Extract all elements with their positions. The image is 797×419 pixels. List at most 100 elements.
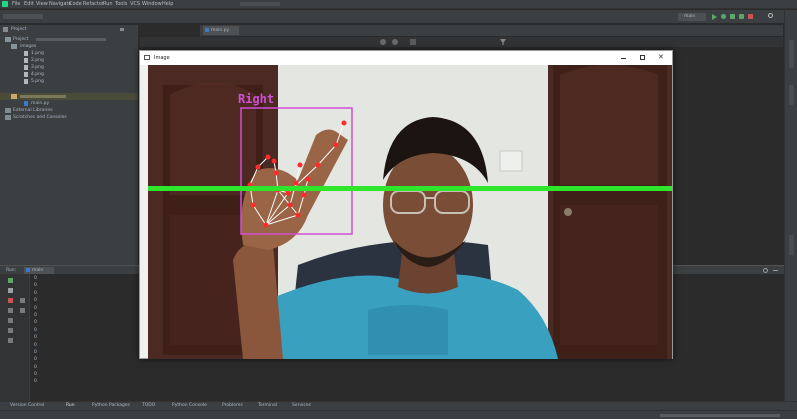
opencv-image-window[interactable]: Image ✕ Right: [139, 50, 673, 359]
wrench-icon[interactable]: [8, 288, 13, 293]
tab-python-console[interactable]: Python Console: [172, 403, 207, 408]
run-config-select[interactable]: main: [678, 13, 706, 21]
step-over-icon[interactable]: [380, 39, 386, 45]
stop-icon[interactable]: [8, 298, 13, 303]
hand-label: Right: [238, 92, 274, 106]
project-panel-title[interactable]: Project: [11, 27, 26, 32]
menu-view[interactable]: View: [36, 1, 48, 7]
pin-icon[interactable]: [8, 318, 13, 323]
tree-item-label: 3.png: [31, 65, 44, 70]
editor-tabs: main.py: [200, 25, 783, 36]
rerun-icon[interactable]: [8, 278, 13, 283]
tab-version-control[interactable]: Version Control: [10, 403, 44, 408]
variables-icon[interactable]: [410, 39, 416, 45]
image-file-icon: [24, 51, 28, 56]
tree-item-images-folder[interactable]: images: [0, 43, 138, 50]
project-tree: Project images 1.png 2.png 3.png 4.png 5…: [0, 34, 138, 265]
console-line: 0: [34, 349, 37, 355]
tree-item-label: External Libraries: [13, 108, 53, 113]
tree-item-label: Project: [13, 37, 29, 42]
profile-icon[interactable]: [739, 14, 744, 19]
webcam-image: Right: [148, 65, 672, 359]
run-toolbar: [0, 274, 30, 401]
menu-vcs[interactable]: VCS: [130, 1, 140, 7]
tab-services[interactable]: Services: [292, 403, 311, 408]
menu-window[interactable]: Window: [142, 1, 162, 7]
scroll-end-icon[interactable]: [20, 298, 25, 303]
image-file-icon: [24, 65, 28, 70]
notifications-icon[interactable]: [789, 235, 794, 255]
menu-help[interactable]: Help: [162, 1, 173, 7]
delete-icon[interactable]: [8, 338, 13, 343]
detection-line: [148, 186, 672, 191]
menu-run[interactable]: Run: [103, 1, 113, 7]
maximize-icon[interactable]: [640, 55, 645, 60]
filter-icon[interactable]: [500, 39, 506, 45]
tab-main-py[interactable]: main.py: [203, 26, 239, 35]
menu-code[interactable]: Code: [69, 1, 82, 7]
tree-item-file[interactable]: 1.png: [0, 50, 138, 57]
console-line: 0: [34, 320, 37, 326]
layout-icon[interactable]: [8, 308, 13, 313]
debug-icon[interactable]: [721, 14, 726, 19]
tree-item-project-root[interactable]: Project: [0, 36, 138, 43]
tree-item-scratches[interactable]: Scratches and Consoles: [0, 114, 138, 121]
library-icon: [5, 108, 11, 113]
database-icon[interactable]: [789, 40, 794, 68]
image-file-icon: [24, 72, 28, 77]
coverage-icon[interactable]: [730, 14, 735, 19]
console-line: 0: [34, 372, 37, 378]
console-line: 0: [34, 335, 37, 341]
step-into-icon[interactable]: [392, 39, 398, 45]
console-line: 0: [34, 276, 37, 281]
tab-run[interactable]: Run: [66, 403, 75, 408]
menu-tools[interactable]: Tools: [115, 1, 127, 7]
breadcrumb[interactable]: [3, 14, 43, 19]
tree-item-file[interactable]: 5.png: [0, 78, 138, 85]
tree-item-path: [36, 38, 106, 41]
tree-item-file[interactable]: 4.png: [0, 71, 138, 78]
tree-item-main-py[interactable]: main.py: [0, 100, 138, 107]
tab-todo[interactable]: TODO: [142, 403, 155, 408]
print-icon[interactable]: [8, 328, 13, 333]
scratches-icon: [5, 115, 11, 120]
tab-terminal[interactable]: Terminal: [258, 403, 277, 408]
close-icon[interactable]: ✕: [658, 53, 664, 61]
search-icon[interactable]: [768, 13, 773, 18]
minimize-panel-icon[interactable]: [773, 270, 778, 271]
tab-problems[interactable]: Problems: [222, 403, 243, 408]
tree-item-selected[interactable]: [0, 93, 138, 100]
menu-refactor[interactable]: Refactor: [83, 1, 104, 7]
run-tab-main[interactable]: main: [24, 267, 54, 274]
run-icon[interactable]: [712, 14, 717, 20]
image-file-icon: [24, 79, 28, 84]
run-panel-label: Run:: [6, 268, 17, 273]
console-line: 0: [34, 327, 37, 333]
tree-item-label: 2.png: [31, 58, 44, 63]
minimize-icon[interactable]: [621, 58, 626, 59]
stop-icon[interactable]: [748, 14, 753, 19]
panel-options-icon[interactable]: [120, 28, 124, 31]
console-line: 0: [34, 342, 37, 348]
sciview-icon[interactable]: [789, 85, 794, 105]
app-logo-icon: [2, 1, 8, 7]
console-line: 0: [34, 379, 37, 385]
menu-edit[interactable]: Edit: [24, 1, 34, 7]
tree-item-file[interactable]: 3.png: [0, 64, 138, 71]
python-file-icon: [205, 28, 209, 32]
console-line: 0: [34, 305, 37, 311]
cv-window-titlebar[interactable]: Image ✕: [140, 51, 672, 65]
folder-icon: [5, 37, 11, 42]
console-line: 0: [34, 312, 37, 318]
settings-gear-icon[interactable]: [763, 268, 768, 273]
bottom-tool-tabs: Version Control Run Python Packages TODO…: [0, 401, 797, 410]
tab-label: main.py: [211, 28, 230, 33]
tree-item-label: 5.png: [31, 79, 44, 84]
menu-file[interactable]: File: [12, 1, 20, 7]
tab-python-packages[interactable]: Python Packages: [92, 403, 130, 408]
python-file-icon: [24, 101, 28, 106]
tree-item-external-libraries[interactable]: External Libraries: [0, 107, 138, 114]
tree-item-label: images: [20, 44, 37, 49]
soft-wrap-icon[interactable]: [20, 308, 25, 313]
tree-item-file[interactable]: 2.png: [0, 57, 138, 64]
